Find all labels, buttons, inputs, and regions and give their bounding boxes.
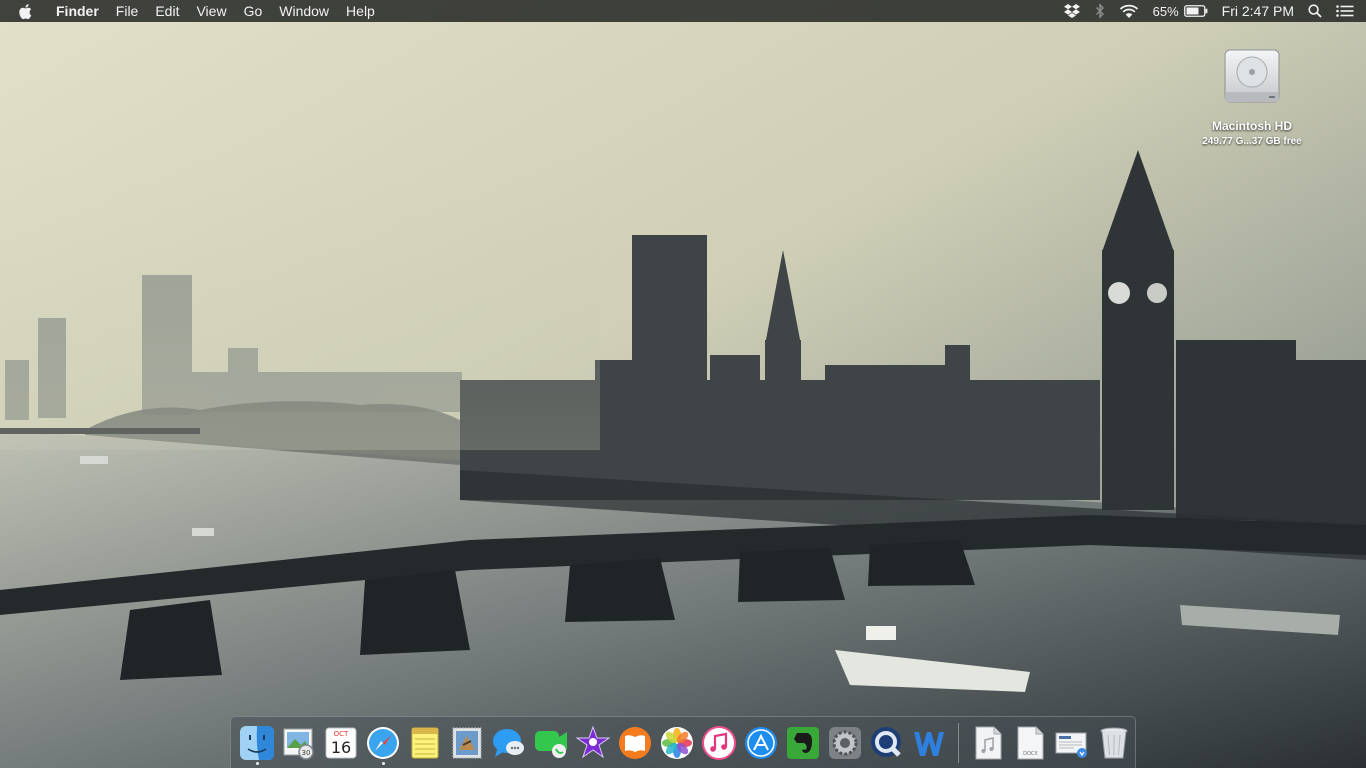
dock-item-photos[interactable] [656, 721, 698, 765]
dock-item-downloads-stack[interactable] [1051, 721, 1093, 765]
imovie-icon [575, 725, 611, 758]
running-indicator [381, 761, 385, 765]
dock-item-audio-file[interactable] [967, 721, 1009, 765]
word-icon [914, 731, 944, 756]
battery-status[interactable]: 65% [1153, 0, 1208, 22]
notes-icon [411, 727, 439, 758]
dock-item-docx-file[interactable]: DOCX [1009, 721, 1051, 765]
desktop-icon-capacity: 249.77 G...37 GB free [1202, 136, 1302, 147]
menu-bar: Finder File Edit View Go Window Help 65% [0, 0, 1366, 22]
dock-item-evernote[interactable] [782, 721, 824, 765]
dock-item-facetime[interactable] [530, 721, 572, 765]
dock-item-finder[interactable] [236, 721, 278, 765]
menu-view[interactable]: View [196, 0, 226, 22]
running-indicator [255, 761, 259, 765]
mail-stamp-icon [452, 727, 482, 758]
finder-icon [240, 725, 274, 760]
svg-text:30: 30 [302, 749, 311, 757]
dock-item-imovie[interactable] [572, 721, 614, 765]
dock: 30 OCT 16 DOCX [230, 716, 1136, 768]
dock-item-messages[interactable] [488, 721, 530, 765]
ibooks-icon [619, 726, 651, 759]
evernote-icon [787, 726, 819, 759]
bluetooth-icon[interactable] [1095, 0, 1105, 22]
dock-item-app-store[interactable] [740, 721, 782, 765]
calendar-day: 16 [331, 738, 351, 757]
battery-icon [1183, 5, 1208, 17]
desktop-wallpaper [0, 0, 1366, 768]
app-store-icon [745, 726, 777, 759]
docx-file-label: DOCX [1023, 751, 1038, 757]
calendar-month: OCT [334, 730, 349, 738]
battery-percent: 65% [1152, 3, 1179, 19]
quicktime-icon [871, 726, 901, 757]
facetime-icon [535, 730, 567, 758]
dock-item-calendar[interactable]: OCT 16 [320, 721, 362, 765]
dock-item-system-preferences[interactable] [824, 721, 866, 765]
desktop-icon-label: Macintosh HD [1211, 119, 1292, 133]
wifi-icon[interactable] [1119, 0, 1139, 22]
system-preferences-icon [829, 726, 861, 759]
dock-item-itunes[interactable] [698, 721, 740, 765]
docx-file-icon: DOCX [1017, 726, 1044, 759]
safari-icon [367, 726, 399, 759]
dock-item-mail[interactable] [446, 721, 488, 765]
menu-clock[interactable]: Fri 2:47 PM [1222, 0, 1294, 22]
audio-file-icon [975, 726, 1002, 759]
menu-go[interactable]: Go [244, 0, 263, 22]
dock-separator [958, 722, 959, 763]
dock-item-preview[interactable]: 30 [278, 721, 320, 765]
trash-icon [1100, 727, 1128, 758]
dock-item-quicktime[interactable] [866, 721, 908, 765]
preview-icon: 30 [283, 728, 314, 760]
menu-window[interactable]: Window [279, 0, 329, 22]
downloads-stack-icon [1055, 732, 1087, 758]
photos-icon [661, 726, 693, 759]
menu-help[interactable]: Help [346, 0, 375, 22]
messages-icon [493, 728, 524, 757]
menu-file[interactable]: File [116, 0, 139, 22]
dock-item-ibooks[interactable] [614, 721, 656, 765]
app-menu-finder[interactable]: Finder [56, 0, 99, 22]
desktop-icon-macintosh-hd[interactable]: Macintosh HD 249.77 G...37 GB free [1188, 46, 1316, 147]
menu-bar-status: 65% Fri 2:47 PM [1049, 0, 1354, 22]
menu-bar-left: Finder File Edit View Go Window Help [18, 0, 392, 22]
apple-menu-icon[interactable] [18, 2, 34, 20]
dropbox-icon[interactable] [1063, 0, 1081, 22]
notification-center-icon[interactable] [1336, 0, 1354, 22]
menu-edit[interactable]: Edit [155, 0, 179, 22]
dock-item-notes[interactable] [404, 721, 446, 765]
dock-item-safari[interactable] [362, 721, 404, 765]
calendar-icon: OCT 16 [325, 727, 357, 758]
dock-item-trash[interactable] [1093, 721, 1135, 765]
dock-item-word[interactable] [908, 721, 950, 765]
spotlight-icon[interactable] [1308, 0, 1322, 22]
hard-drive-icon [1224, 49, 1280, 103]
itunes-icon [702, 725, 736, 760]
